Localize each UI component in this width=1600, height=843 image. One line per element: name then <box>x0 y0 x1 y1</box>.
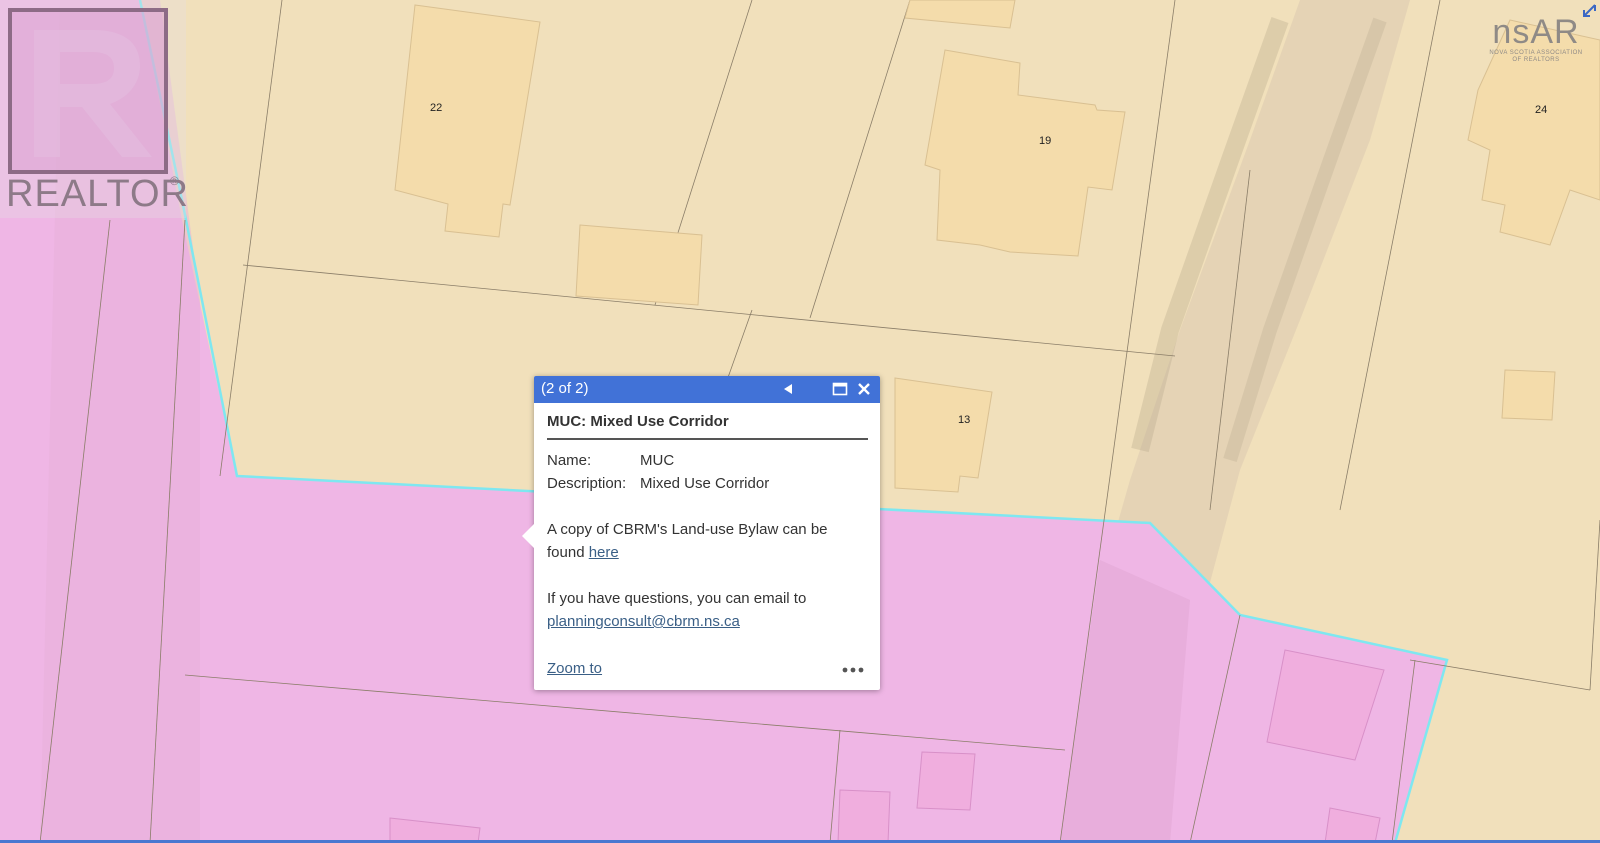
realtor-r-mark <box>8 8 168 174</box>
triangle-left-icon[interactable] <box>778 379 798 399</box>
building-small-right <box>1501 369 1556 421</box>
nsar-logo: nsAR NOVA SCOTIA ASSOCIATION OF REALTORS <box>1482 14 1590 66</box>
lot-number-label: 22 <box>430 102 443 114</box>
feature-popup: (2 of 2) MUC: Mixed Use Corridor Name: M… <box>522 376 880 690</box>
questions-text: If you have questions, you can email to <box>547 590 807 607</box>
realtor-r-icon <box>34 30 152 157</box>
bylaw-link[interactable]: here <box>589 544 619 561</box>
building-19 <box>924 49 1126 257</box>
close-icon[interactable] <box>854 379 874 399</box>
realtor-wordmark: REALTOR <box>6 173 189 215</box>
lot-number-label: 13 <box>958 414 971 426</box>
building-top <box>904 0 1016 29</box>
realtor-logo: REALTOR ® <box>0 0 189 218</box>
building-pink-3 <box>837 789 891 843</box>
ellipsis-icon[interactable] <box>840 662 866 678</box>
zoom-to-link[interactable]: Zoom to <box>547 660 602 677</box>
popup-body: MUC: Mixed Use Corridor Name: MUC Descri… <box>534 403 880 633</box>
map-view[interactable]: 22 19 24 13 REALTOR ® nsAR NOVA SCOTIA A… <box>0 0 1600 843</box>
lot-number-label: 19 <box>1039 135 1052 147</box>
lot-number-label: 24 <box>1535 104 1548 116</box>
building-pink-2 <box>916 751 976 811</box>
nsar-subtitle: NOVA SCOTIA ASSOCIATION <box>1489 50 1583 56</box>
attribute-value: MUC <box>640 452 675 469</box>
questions-paragraph: If you have questions, you can email to … <box>547 587 868 633</box>
popup-counter: (2 of 2) <box>541 380 589 397</box>
building-13 <box>894 377 993 493</box>
registered-mark: ® <box>170 174 179 188</box>
email-link[interactable]: planningconsult@cbrm.ns.ca <box>547 613 740 630</box>
attribute-value: Mixed Use Corridor <box>640 475 770 492</box>
popup-header: (2 of 2) <box>534 376 880 403</box>
nsar-wordmark: nsAR <box>1492 13 1580 51</box>
attribute-key: Description: <box>547 475 627 492</box>
bylaw-paragraph: A copy of CBRM's Land-use Bylaw can be f… <box>547 518 868 564</box>
attribute-row: Description: Mixed Use Corridor <box>547 472 868 495</box>
popup-footer: Zoom to <box>547 660 866 682</box>
nsar-subtitle: OF REALTORS <box>1512 57 1560 63</box>
popup-title: MUC: Mixed Use Corridor <box>547 413 868 440</box>
building-22 <box>394 4 541 238</box>
expand-arrow-icon[interactable] <box>1580 2 1598 20</box>
maximize-icon[interactable] <box>830 379 850 399</box>
attribute-row: Name: MUC <box>547 449 868 472</box>
building-shed <box>575 224 703 306</box>
popup-pointer <box>522 524 534 548</box>
attribute-key: Name: <box>547 452 592 469</box>
